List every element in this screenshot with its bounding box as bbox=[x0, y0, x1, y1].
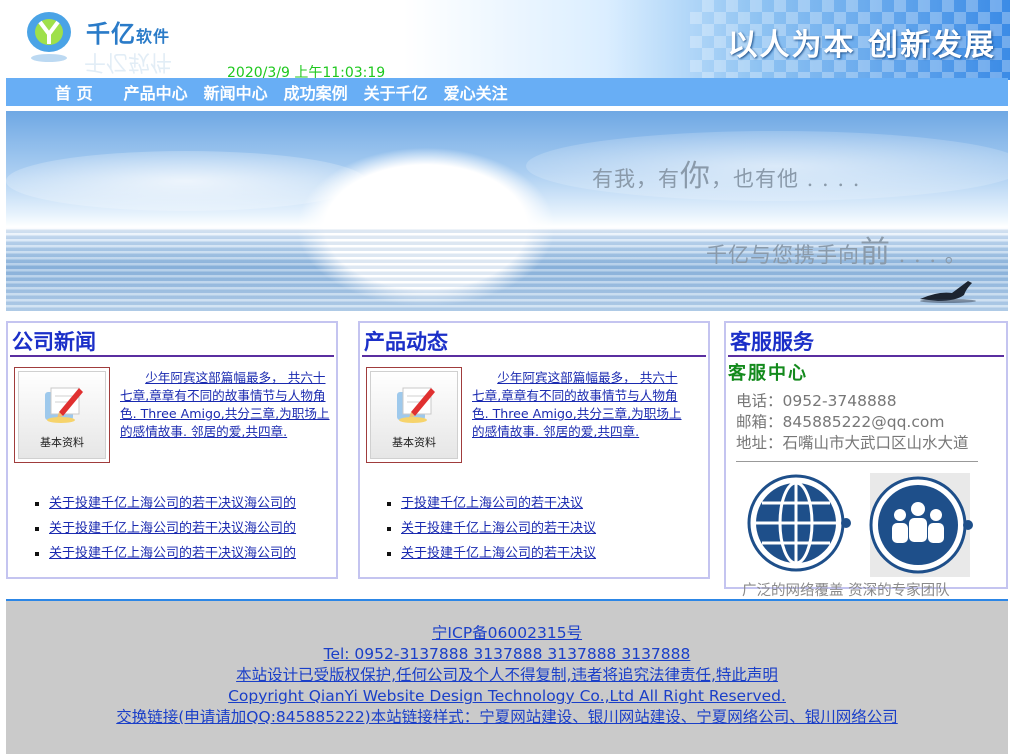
banner-text-line2: 千亿与您携手向前 . . . 。 bbox=[706, 227, 967, 271]
list-item: 关于投建千亿上海公司的若干决议海公司的 bbox=[49, 491, 296, 516]
footer-icp-link[interactable]: 宁ICP备06002315号 bbox=[6, 623, 1008, 644]
product-thumbnail-label: 基本资料 bbox=[392, 436, 436, 449]
site-footer: 宁ICP备06002315号 Tel: 0952-3137888 3137888… bbox=[6, 601, 1008, 754]
banner-line2-big: 前 bbox=[860, 235, 891, 270]
banner-line2-b: . . . 。 bbox=[891, 243, 967, 267]
divider bbox=[736, 461, 978, 462]
list-item: 关于投建千亿上海公司的若干决议 bbox=[401, 541, 596, 566]
product-news-panel: 产品动态 基本资料 少年阿宾这部篇幅最多， 共六十七章,章章有不同的故事情节与人… bbox=[358, 321, 710, 579]
footer-copyright-notice-link[interactable]: 本站设计已受版权保护,任何公司及个人不得复制,违者将追究法律责任,特此声明 bbox=[6, 665, 1008, 686]
list-item: 关于投建千亿上海公司的若干决议海公司的 bbox=[49, 541, 296, 566]
team-people-icon bbox=[869, 473, 973, 577]
contact-phone: 电话：0952-3748888 bbox=[736, 392, 897, 410]
news-thumbnail[interactable]: 基本资料 bbox=[14, 367, 110, 463]
footer-exchange-link[interactable]: 交换链接(申请请加QQ:845885222)本站链接样式：宁夏网站建设、银川网站… bbox=[6, 707, 1008, 728]
banner-line1-b: ，也有他 . . . . bbox=[711, 167, 861, 191]
globe-network-icon bbox=[747, 474, 851, 572]
header-slogan: 以人为本 创新发展 bbox=[727, 28, 996, 63]
product-news-title: 产品动态 bbox=[362, 323, 706, 357]
main-nav: 首 页 产品中心 新闻中心 成功案例 关于千亿 爱心关注 bbox=[6, 78, 1008, 106]
logo-text: 千亿软件 bbox=[86, 14, 170, 49]
nav-news[interactable]: 新闻中心 bbox=[204, 80, 268, 104]
news-link[interactable]: 关于投建千亿上海公司的若干决议海公司的 bbox=[49, 496, 296, 511]
customer-service-title: 客服服务 bbox=[728, 323, 1004, 357]
pelican-icon bbox=[920, 281, 976, 303]
product-link[interactable]: 关于投建千亿上海公司的若干决议 bbox=[401, 521, 596, 536]
site-header: 千亿软件 千亿软件 2020/3/9 上午11:03:19 以人为本 创新发展 bbox=[0, 0, 1010, 80]
contact-info: 电话：0952-3748888 邮箱：845885222@qq.com 地址：石… bbox=[736, 391, 969, 454]
list-item: 于投建千亿上海公司的若干决议 bbox=[401, 491, 596, 516]
company-news-title: 公司新闻 bbox=[10, 323, 334, 357]
product-link[interactable]: 关于投建千亿上海公司的若干决议 bbox=[401, 546, 596, 561]
news-thumbnail-label: 基本资料 bbox=[40, 436, 84, 449]
document-edit-icon bbox=[397, 387, 435, 423]
company-news-panel: 公司新闻 基本资料 少年阿宾这部篇幅最多， 共六十七章,章章有不同的故事情节与人… bbox=[6, 321, 338, 579]
list-item: 关于投建千亿上海公司的若干决议 bbox=[401, 516, 596, 541]
service-center-subtitle: 客服中心 bbox=[728, 363, 808, 384]
nav-home[interactable]: 首 页 bbox=[55, 80, 93, 104]
banner-line1-a: 有我，有 bbox=[592, 167, 680, 191]
product-thumbnail[interactable]: 基本资料 bbox=[366, 367, 462, 463]
nav-cases[interactable]: 成功案例 bbox=[284, 80, 348, 104]
product-link-list: 于投建千亿上海公司的若干决议 关于投建千亿上海公司的若干决议 关于投建千亿上海公… bbox=[384, 491, 596, 566]
nav-charity[interactable]: 爱心关注 bbox=[444, 80, 508, 104]
contact-address: 地址：石嘴山市大武口区山水大道 bbox=[736, 434, 969, 452]
banner-text-line1: 有我，有你，也有他 . . . . bbox=[592, 151, 860, 195]
document-edit-icon bbox=[45, 387, 83, 423]
product-link[interactable]: 于投建千亿上海公司的若干决议 bbox=[401, 496, 583, 511]
nav-about[interactable]: 关于千亿 bbox=[364, 80, 428, 104]
logo-text-main: 千亿 bbox=[86, 20, 136, 48]
nav-products[interactable]: 产品中心 bbox=[124, 80, 188, 104]
contact-email: 邮箱：845885222@qq.com bbox=[736, 413, 945, 431]
list-item: 关于投建千亿上海公司的若干决议海公司的 bbox=[49, 516, 296, 541]
news-link[interactable]: 关于投建千亿上海公司的若干决议海公司的 bbox=[49, 546, 296, 561]
product-feature-description[interactable]: 少年阿宾这部篇幅最多， 共六十七章,章章有不同的故事情节与人物角色. Three… bbox=[472, 369, 688, 441]
news-feature-description[interactable]: 少年阿宾这部篇幅最多， 共六十七章,章章有不同的故事情节与人物角色. Three… bbox=[120, 369, 336, 441]
news-link-list: 关于投建千亿上海公司的若干决议海公司的 关于投建千亿上海公司的若干决议海公司的 … bbox=[32, 491, 296, 566]
news-link[interactable]: 关于投建千亿上海公司的若干决议海公司的 bbox=[49, 521, 296, 536]
hero-banner: 有我，有你，也有他 . . . . 千亿与您携手向前 . . . 。 bbox=[6, 111, 1008, 311]
banner-line2-a: 千亿与您携手向 bbox=[706, 243, 860, 267]
service-icons bbox=[747, 473, 973, 577]
qianyi-logo-icon[interactable] bbox=[22, 8, 76, 64]
logo-reflection: 千亿软件 bbox=[84, 49, 173, 74]
customer-service-panel: 客服服务 客服中心 电话：0952-3748888 邮箱：845885222@q… bbox=[724, 321, 1008, 599]
footer-tel-link[interactable]: Tel: 0952-3137888 3137888 3137888 313788… bbox=[6, 644, 1008, 665]
service-icons-caption: 广泛的网络覆盖 资深的专家团队 bbox=[742, 583, 950, 599]
logo-text-sub: 软件 bbox=[136, 27, 171, 46]
banner-line1-big: 你 bbox=[680, 159, 711, 194]
footer-copyright-link[interactable]: Copyright QianYi Website Design Technolo… bbox=[6, 686, 1008, 707]
